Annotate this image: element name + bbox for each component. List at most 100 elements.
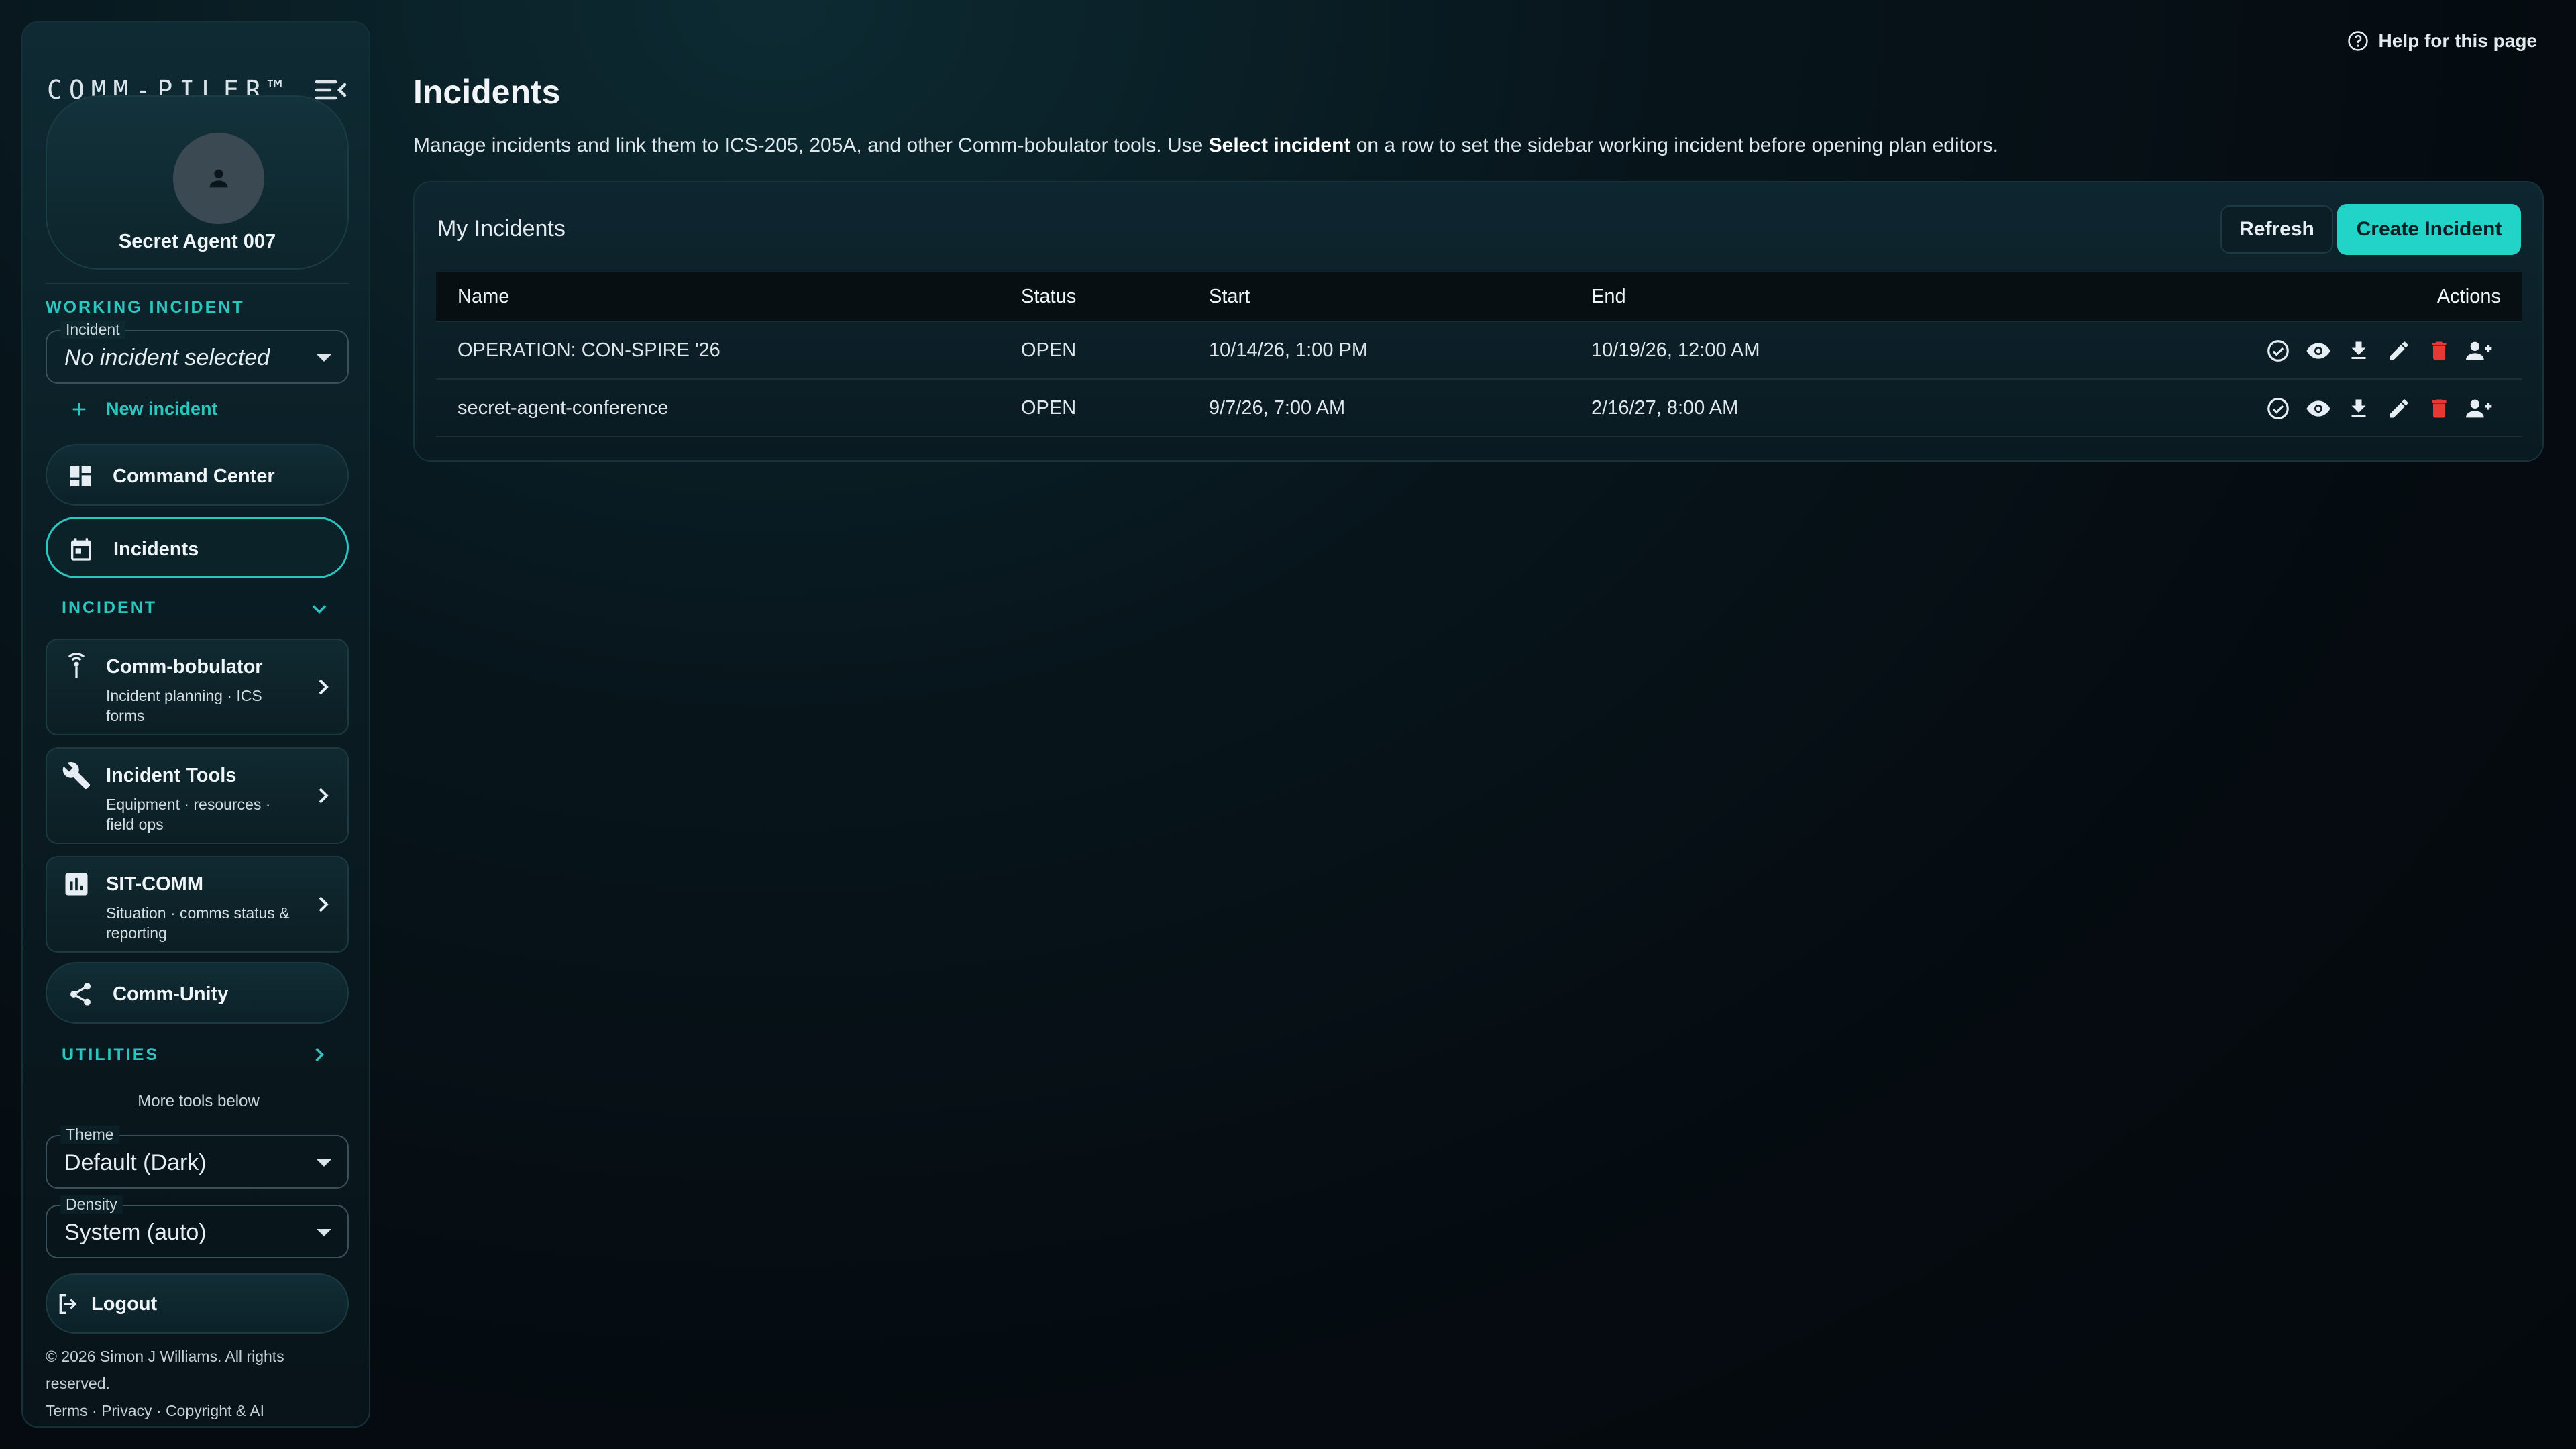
header-status[interactable]: Status — [1021, 272, 1076, 321]
panel-title: My Incidents — [437, 216, 566, 241]
cell-status: OPEN — [1021, 339, 1077, 361]
avatar — [173, 133, 264, 224]
page-title: Incidents — [413, 73, 561, 111]
profile-name: Secret Agent 007 — [118, 231, 276, 252]
theme-value: Default (Dark) — [64, 1150, 207, 1175]
footer-links: Terms · Privacy · Copyright & AI — [46, 1402, 264, 1420]
chart-icon — [65, 873, 88, 896]
chevron-right-icon — [319, 788, 329, 804]
row-actions — [2262, 394, 2496, 423]
logout-icon — [59, 1294, 77, 1314]
profile-card[interactable]: Secret Agent 007 — [46, 95, 349, 270]
cell-end: 2/16/27, 8:00 AM — [1591, 396, 1739, 419]
cell-start: 9/7/26, 7:00 AM — [1209, 396, 1346, 419]
theme-select[interactable]: Theme Default (Dark) — [46, 1126, 349, 1189]
table-row[interactable]: OPERATION: CON-SPIRE '26 OPEN 10/14/26, … — [436, 322, 2522, 380]
tool-subtitle: Situation · comms status & reporting — [106, 904, 290, 942]
row-actions — [2262, 336, 2496, 366]
new-incident-link[interactable]: New incident — [72, 398, 218, 419]
tool-title: SIT-COMM — [106, 873, 203, 895]
utilities-label: UTILITIES — [62, 1045, 160, 1064]
download-icon[interactable] — [2343, 394, 2375, 423]
check-circle-icon[interactable] — [2262, 394, 2294, 423]
incidents-panel: My Incidents Refresh Create Incident Nam… — [413, 181, 2544, 462]
help-link[interactable]: Help for this page — [2347, 30, 2537, 52]
caret-down-icon — [317, 1159, 331, 1167]
person-add-icon[interactable] — [2463, 336, 2496, 366]
person-add-icon[interactable] — [2463, 394, 2496, 423]
header-start[interactable]: Start — [1209, 272, 1250, 321]
cell-name: secret-agent-conference — [458, 396, 669, 419]
incident-select-label: Incident — [60, 321, 125, 339]
tool-subtitle: Equipment · resources · field ops — [106, 796, 271, 833]
trash-icon[interactable] — [2423, 394, 2455, 423]
incident-select[interactable]: Incident No incident selected — [46, 321, 349, 384]
desc-text: on a row to set the sidebar working inci… — [1350, 134, 1998, 156]
desc-bold: Select incident — [1208, 134, 1351, 156]
nav-comm-unity[interactable]: Comm-Unity — [46, 962, 349, 1024]
chevron-down-icon[interactable] — [307, 597, 331, 621]
header-name[interactable]: Name — [458, 272, 509, 321]
chevron-right-icon[interactable] — [307, 1042, 331, 1067]
footer-separator: · — [152, 1402, 166, 1419]
cell-start: 10/14/26, 1:00 PM — [1209, 339, 1368, 361]
nav-incidents-label: Incidents — [113, 539, 199, 560]
tool-comm-bobulator[interactable]: Comm-bobulator Incident planning · ICS f… — [46, 639, 349, 735]
incident-select-value: No incident selected — [64, 345, 270, 370]
check-circle-icon[interactable] — [2262, 336, 2294, 366]
eye-icon[interactable] — [2302, 394, 2334, 423]
copyright-text: © 2026 Simon J Williams. All rights rese… — [46, 1348, 284, 1392]
pencil-icon[interactable] — [2383, 394, 2415, 423]
incidents-table: Name Status Start End Actions OPERATION:… — [436, 272, 2522, 437]
create-incident-button[interactable]: Create Incident — [2337, 204, 2521, 255]
dashboard-icon — [70, 466, 91, 486]
calendar-icon — [71, 538, 91, 561]
refresh-button[interactable]: Refresh — [2220, 205, 2333, 254]
plus-icon — [72, 402, 86, 416]
terms-link[interactable]: Terms — [46, 1402, 88, 1419]
logout-button[interactable]: Logout — [46, 1273, 349, 1334]
eye-icon[interactable] — [2302, 336, 2334, 366]
footer-separator: · — [87, 1402, 102, 1419]
share-icon — [70, 983, 91, 1006]
antenna-icon — [68, 653, 85, 678]
caret-down-icon — [317, 1229, 331, 1236]
pencil-icon[interactable] — [2383, 336, 2415, 366]
nav-comm-unity-label: Comm-Unity — [113, 983, 229, 1005]
theme-label: Theme — [60, 1126, 119, 1144]
help-circle-icon — [2347, 31, 2368, 51]
tool-title: Incident Tools — [106, 765, 237, 786]
desc-text: Manage incidents and link them to ICS-20… — [413, 134, 1209, 156]
chevron-right-icon — [319, 896, 329, 912]
nav-command-center[interactable]: Command Center — [46, 444, 349, 506]
caret-down-icon — [317, 354, 331, 362]
trash-icon[interactable] — [2423, 336, 2455, 366]
header-end[interactable]: End — [1591, 272, 1626, 321]
incident-section-label: INCIDENT — [62, 598, 158, 617]
person-icon — [209, 169, 228, 188]
divider — [46, 283, 349, 284]
tool-subtitle: Incident planning · ICS forms — [106, 687, 262, 724]
cell-end: 10/19/26, 12:00 AM — [1591, 339, 1760, 361]
tool-incident-tools[interactable]: Incident Tools Equipment · resources · f… — [46, 747, 349, 844]
nav-incidents[interactable]: Incidents — [46, 517, 349, 578]
sidebar: COMM-PILER™ Secret Agent 007 WORKING INC… — [21, 21, 370, 1428]
nav-command-center-label: Command Center — [113, 466, 275, 487]
copyright-ai-link[interactable]: Copyright & AI — [166, 1402, 264, 1419]
page-description: Manage incidents and link them to ICS-20… — [413, 134, 1998, 157]
tool-sit-comm[interactable]: SIT-COMM Situation · comms status & repo… — [46, 856, 349, 953]
working-incident-label: WORKING INCIDENT — [46, 298, 245, 317]
wrench-icon — [62, 762, 91, 790]
table-row[interactable]: secret-agent-conference OPEN 9/7/26, 7:0… — [436, 380, 2522, 437]
download-icon[interactable] — [2343, 336, 2375, 366]
density-label: Density — [60, 1195, 123, 1214]
cell-name: OPERATION: CON-SPIRE '26 — [458, 339, 720, 361]
density-value: System (auto) — [64, 1220, 207, 1245]
more-tools-text: More tools below — [138, 1092, 260, 1110]
density-select[interactable]: Density System (auto) — [46, 1195, 349, 1258]
header-actions: Actions — [2436, 285, 2501, 307]
logout-label: Logout — [91, 1293, 158, 1315]
help-label: Help for this page — [2378, 30, 2537, 51]
new-incident-label: New incident — [106, 398, 218, 419]
privacy-link[interactable]: Privacy — [101, 1402, 152, 1419]
